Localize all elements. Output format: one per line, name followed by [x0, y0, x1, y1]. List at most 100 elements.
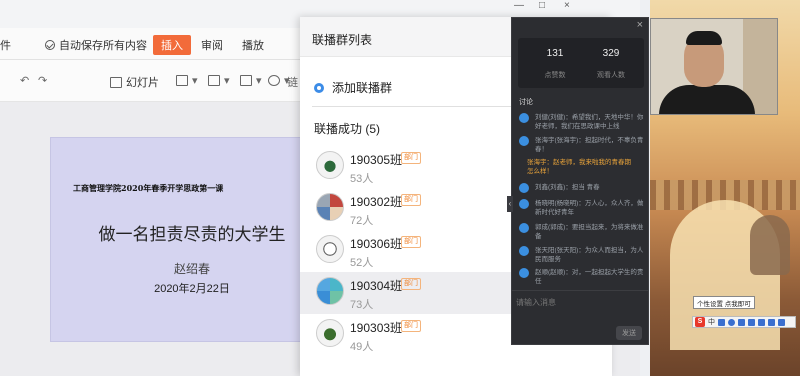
chat-message-text: 赵顺(赵顺)：对，一起担起大学生的责任: [535, 269, 644, 285]
menu-tab-insert[interactable]: 插入: [153, 35, 191, 55]
likes-count: 131: [546, 48, 564, 59]
chat-message-text: 张海宇：赵老师，我来啦我的青春期怎么样！: [527, 159, 631, 175]
chat-message-text: 张天阳(张天阳)：为众人而担当，为人民而服务: [535, 247, 644, 263]
live-chat-panel: × 131 点赞数 329 观看人数 讨论 刘健(刘健)：希望我们，天地中华！你…: [507, 17, 649, 345]
user-avatar-icon: [519, 136, 529, 146]
group-member-count: 52人: [350, 257, 374, 269]
skin-icon[interactable]: [768, 318, 775, 326]
user-icon[interactable]: [758, 318, 765, 326]
picture-icon: [208, 75, 220, 86]
group-item-selected[interactable]: 190304班 部门 73人: [300, 272, 512, 314]
send-button[interactable]: 发送: [616, 326, 642, 340]
connected-groups-heading: 联播成功 (5): [314, 122, 381, 136]
redo-button[interactable]: ↷: [38, 74, 47, 87]
department-badge: 部门: [401, 236, 421, 248]
group-name: 190302班: [350, 195, 403, 209]
group-name: 190305班: [350, 153, 403, 167]
toolbox-icon[interactable]: [778, 318, 785, 326]
group-name: 190304班: [350, 279, 403, 293]
chat-message-text: 刘健(刘健)：希望我们，天地中华！你好老师，我们在思政课中上线: [535, 114, 644, 130]
new-slide-button[interactable]: 幻灯片: [110, 74, 159, 90]
group-member-count: 73人: [350, 299, 374, 311]
menu-tab-review[interactable]: 审阅: [201, 37, 223, 53]
shape-icon: [240, 75, 252, 86]
picture-button[interactable]: ▾: [208, 74, 230, 87]
link-label: 链: [287, 77, 298, 89]
group-name: 190303班: [350, 321, 403, 335]
group-avatar: [316, 193, 344, 221]
chat-message-text: 郭成(郭成)：要担当起来，为将来做准备: [535, 224, 644, 240]
user-avatar-icon: [519, 223, 529, 233]
current-slide[interactable]: 工商管理学院2020年春季开学思政第一课 做一名担责尽责的大学生 赵绍春 202…: [50, 137, 334, 342]
keyboard-icon[interactable]: [748, 318, 755, 326]
user-avatar-icon: [519, 246, 529, 256]
group-member-count: 49人: [350, 341, 374, 353]
group-member-count: 53人: [350, 173, 374, 185]
viewers-count: 329: [602, 48, 620, 59]
textbox-button[interactable]: ▾: [176, 74, 198, 87]
sogou-logo-icon[interactable]: S: [695, 317, 705, 327]
autosave-toggle[interactable]: 自动保存所有内容: [45, 37, 147, 53]
user-avatar-icon: [519, 199, 529, 209]
undo-button[interactable]: ↶: [20, 74, 29, 87]
divider: [312, 106, 512, 107]
live-stats: 131 点赞数 329 观看人数: [518, 38, 644, 88]
department-badge: 部门: [401, 152, 421, 164]
check-circle-icon: [45, 40, 55, 50]
slide-title: 做一名担责尽责的大学生: [98, 225, 286, 244]
likes-label: 点赞数: [544, 72, 566, 79]
webcam-preview: [650, 18, 778, 115]
slide-header-text: 工商管理学院2020年春季开学思政第一课: [73, 183, 224, 193]
viewers-label: 观看人数: [597, 72, 625, 79]
punctuation-icon[interactable]: [718, 318, 725, 326]
slide-date: 2020年2月22日: [154, 283, 230, 295]
minimize-button[interactable]: —: [514, 0, 524, 11]
maximize-button[interactable]: □: [539, 0, 545, 11]
slide-author: 赵绍春: [173, 262, 210, 276]
group-avatar: [316, 151, 344, 179]
add-group-label: 添加联播群: [332, 81, 393, 95]
chat-message-input[interactable]: 请输入消息: [516, 297, 556, 308]
presenter-body-image: [659, 85, 755, 114]
group-avatar: [316, 319, 344, 347]
add-circle-icon: [314, 82, 324, 93]
link-button[interactable]: 链: [287, 74, 298, 90]
group-item[interactable]: 190303班 部门 49人: [300, 314, 512, 356]
chat-message-text: 刘鑫(刘鑫)：担当 青春: [535, 184, 600, 191]
ime-mode-indicator[interactable]: 中: [708, 317, 715, 327]
shape-button[interactable]: ▾: [240, 74, 262, 87]
collapse-arrow-icon[interactable]: ‹: [507, 196, 513, 212]
user-avatar-icon: [519, 268, 529, 278]
group-avatar: [316, 235, 344, 263]
group-member-count: 72人: [350, 215, 374, 227]
microphone-icon[interactable]: [738, 318, 745, 326]
menu-item-file[interactable]: 件: [0, 37, 11, 53]
group-panel-title: 联播群列表: [312, 33, 373, 47]
group-item[interactable]: 190305班 部门 53人: [300, 146, 512, 188]
group-name: 190306班: [350, 237, 403, 251]
input-method-bar[interactable]: S 中: [692, 316, 796, 328]
autosave-label: 自动保存所有内容: [59, 40, 147, 52]
group-item[interactable]: 190302班 部门 72人: [300, 188, 512, 230]
close-window-button[interactable]: ×: [564, 0, 570, 11]
department-badge: 部门: [401, 194, 421, 206]
discussion-heading: 讨论: [519, 99, 533, 106]
department-badge: 部门: [401, 278, 421, 290]
textbox-icon: [176, 75, 188, 86]
chat-message-text: 杨晓明(杨晓明)：万人心，众人齐，做新时代好青年: [535, 200, 644, 216]
window-controls: — □ ×: [510, 0, 590, 14]
chat-close-button[interactable]: ×: [637, 19, 643, 31]
user-avatar-icon: [519, 183, 529, 193]
slide-icon: [110, 76, 122, 88]
stone-lion-image: [750, 215, 790, 275]
chat-input-area: 请输入消息 发送: [512, 290, 648, 344]
new-slide-label: 幻灯片: [126, 77, 159, 89]
menu-tab-slideshow[interactable]: 播放: [242, 37, 264, 53]
ime-settings-tooltip: 个性设置 点我即可: [693, 296, 755, 309]
emoji-icon[interactable]: [728, 318, 735, 326]
add-group-button[interactable]: 添加联播群: [314, 79, 392, 96]
user-avatar-icon: [519, 113, 529, 123]
presenter-hair-image: [686, 31, 722, 45]
group-avatar: [316, 277, 344, 305]
group-item[interactable]: 190306班 部门 52人: [300, 230, 512, 272]
